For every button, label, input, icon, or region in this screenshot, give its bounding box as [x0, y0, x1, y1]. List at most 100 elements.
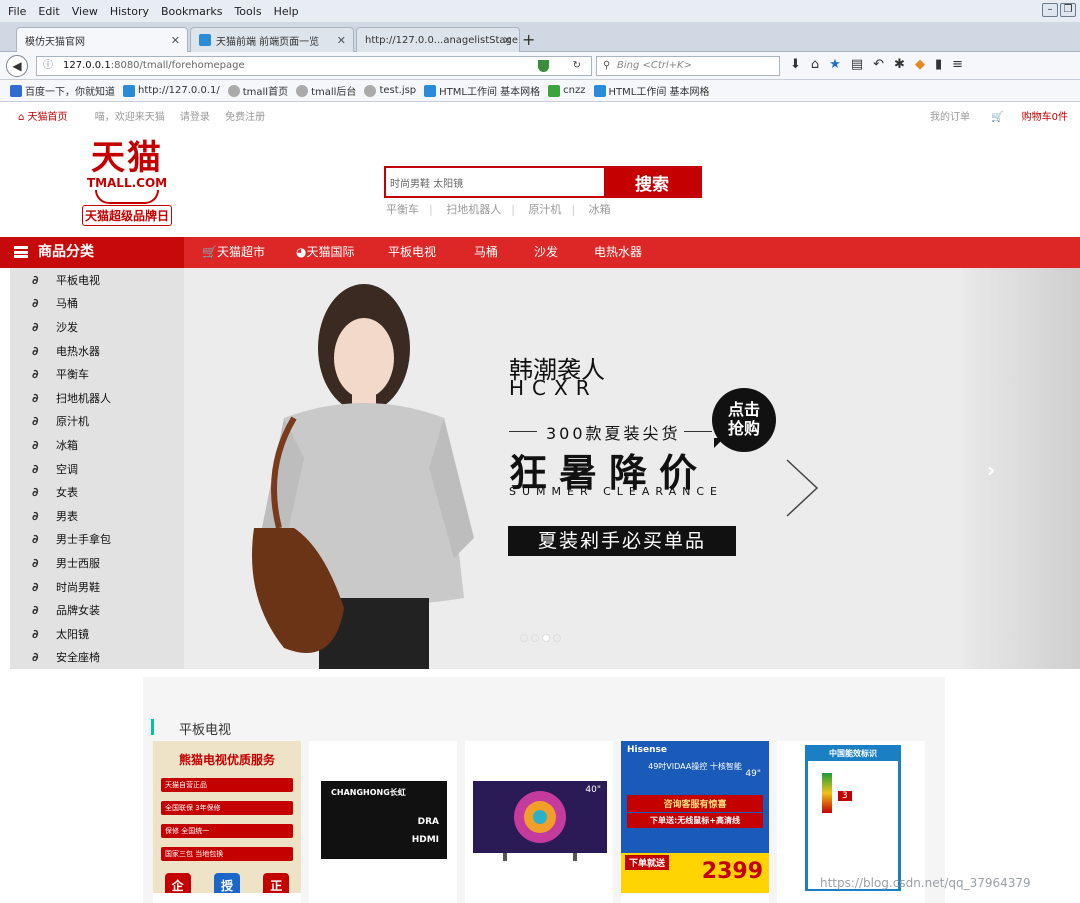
- reading-icon[interactable]: ▤: [851, 57, 863, 72]
- tv-size-label: 49": [745, 769, 761, 779]
- sidebar-category-item[interactable]: ∂ 空调: [10, 457, 184, 481]
- addon-icon[interactable]: ◆: [915, 57, 925, 72]
- hot-keyword[interactable]: 扫地机器人: [446, 203, 501, 216]
- download-icon[interactable]: ⬇: [790, 57, 801, 72]
- search-input[interactable]: [386, 168, 604, 196]
- register-link[interactable]: 免费注册: [225, 112, 265, 123]
- reload-icon[interactable]: ↻: [573, 57, 581, 75]
- menu-file[interactable]: File: [8, 5, 26, 18]
- search-button[interactable]: 搜索: [604, 168, 700, 196]
- logo-text: 天猫: [91, 138, 163, 178]
- restore-icon[interactable]: ❐: [1060, 3, 1076, 17]
- hot-keyword[interactable]: 平衡车: [386, 203, 419, 216]
- promo-banner[interactable]: 韩潮袭人 HCXR 300款夏装尖货 狂暑降价 SUMMER CLEARANCE…: [184, 268, 963, 669]
- nav-link-tmall-global[interactable]: ◕天猫国际: [296, 237, 355, 268]
- bookmark-item[interactable]: 百度一下，你就知道: [10, 83, 115, 98]
- tmall-logo[interactable]: 天猫 TMALL.COM 天猫超级品牌日: [82, 140, 172, 230]
- home-icon[interactable]: ⌂: [811, 57, 819, 72]
- minimize-icon[interactable]: –: [1042, 3, 1058, 17]
- sidebar-category-item[interactable]: ∂ 安全座椅: [10, 646, 184, 670]
- tab-manage-list[interactable]: http://127.0.0...anagelistStage ✕: [356, 27, 520, 52]
- product-card[interactable]: 熊猫电视优质服务 天猫自营正品 全国联保 3年保修 保修 全国统一 国家三包 当…: [153, 741, 301, 903]
- category-navbar: 商品分类 🛒天猫超市 ◕天猫国际 平板电视 马桶 沙发 电热水器: [0, 237, 1080, 268]
- clipboard-icon[interactable]: ▮: [935, 57, 942, 72]
- nav-link-tv[interactable]: 平板电视: [388, 237, 436, 268]
- new-tab-plus-icon[interactable]: +: [522, 30, 535, 49]
- banner-subtitle-en: HCXR: [509, 376, 598, 400]
- menu-tools[interactable]: Tools: [234, 5, 261, 18]
- sidebar-category-item[interactable]: ∂ 原汁机: [10, 410, 184, 434]
- chevron-right-icon[interactable]: ›: [987, 458, 995, 482]
- sidebar-category-item[interactable]: ∂ 品牌女装: [10, 598, 184, 622]
- home-link[interactable]: ⌂ 天猫首页: [18, 112, 80, 123]
- sidebar-category-item[interactable]: ∂ 男士西服: [10, 551, 184, 575]
- close-icon[interactable]: ✕: [503, 34, 512, 47]
- carousel-dot[interactable]: [520, 634, 528, 642]
- buy-now-bubble[interactable]: 点击 抢购: [712, 388, 776, 452]
- extension-icon[interactable]: ✱: [894, 57, 905, 72]
- category-sidebar: ∂ 平板电视 ∂ 马桶 ∂ 沙发 ∂ 电热水器 ∂ 平衡车 ∂ 扫地机器人 ∂ 原汁机 ∂ 冰箱…: [10, 268, 184, 669]
- menu-history[interactable]: History: [110, 5, 149, 18]
- star-icon[interactable]: ★: [829, 57, 841, 72]
- bookmark-item[interactable]: tmall后台: [296, 83, 356, 98]
- browser-search-input[interactable]: ⚲ Bing <Ctrl+K>: [596, 56, 780, 76]
- sidebar-category-item[interactable]: ∂ 扫地机器人: [10, 386, 184, 410]
- back-arrow-icon[interactable]: ◀: [6, 55, 28, 77]
- globe-icon: [227, 84, 240, 97]
- tab-tmall-home[interactable]: 模仿天猫官网 ✕: [16, 27, 188, 53]
- my-orders-link[interactable]: 我的订单: [930, 112, 970, 123]
- sidebar-category-item[interactable]: ∂ 平衡车: [10, 362, 184, 386]
- sidebar-category-item[interactable]: ∂ 男士手拿包: [10, 528, 184, 552]
- link-icon: ∂: [32, 367, 39, 382]
- bookmark-item[interactable]: HTML工作间 基本网格: [593, 83, 710, 98]
- sidebar-category-item[interactable]: ∂ 电热水器: [10, 339, 184, 363]
- menu-edit[interactable]: Edit: [38, 5, 59, 18]
- sidebar-category-item[interactable]: ∂ 冰箱: [10, 433, 184, 457]
- bookmark-item[interactable]: HTML工作间 基本网格: [424, 83, 540, 98]
- product-card[interactable]: CHANGHONG长虹 DRA HDMI: [309, 741, 457, 903]
- carousel-dot[interactable]: [553, 634, 561, 642]
- bookmark-item[interactable]: tmall首页: [227, 83, 288, 98]
- menu-view[interactable]: View: [72, 5, 98, 18]
- tab-frontend-list[interactable]: 天猫前端 前端页面一览 ✕: [190, 27, 354, 52]
- undo-icon[interactable]: ↶: [873, 57, 884, 72]
- close-icon[interactable]: ✕: [171, 34, 180, 47]
- product-card[interactable]: 40": [465, 741, 613, 903]
- nav-link-toilet[interactable]: 马桶: [474, 237, 498, 268]
- category-menu-button[interactable]: 商品分类: [0, 237, 184, 268]
- chevron-right-icon[interactable]: [782, 458, 822, 518]
- carousel-next-panel[interactable]: ›: [963, 268, 1080, 669]
- sidebar-category-item[interactable]: ∂ 马桶: [10, 292, 184, 316]
- hamburger-menu-icon[interactable]: ≡: [952, 57, 963, 72]
- shield-icon[interactable]: [538, 60, 549, 72]
- divider: |: [511, 203, 515, 216]
- bookmark-favicon-icon: [548, 84, 561, 97]
- hot-keyword[interactable]: 冰箱: [589, 203, 611, 216]
- sidebar-category-item[interactable]: ∂ 太阳镜: [10, 622, 184, 646]
- sidebar-category-item[interactable]: ∂ 平板电视: [10, 268, 184, 292]
- nav-link-water-heater[interactable]: 电热水器: [594, 237, 642, 268]
- bookmark-item[interactable]: http://127.0.0.1/: [123, 84, 220, 97]
- login-link[interactable]: 请登录: [180, 112, 210, 123]
- carousel-dot[interactable]: [531, 634, 539, 642]
- sidebar-category-item[interactable]: ∂ 女表: [10, 480, 184, 504]
- nav-link-sofa[interactable]: 沙发: [534, 237, 558, 268]
- url-bar[interactable]: ⓘ 127.0.0.1:8080/tmall/forehomepage ↻: [36, 56, 592, 76]
- cart-link[interactable]: 🛒 购物车0件: [991, 112, 1068, 123]
- service-row: 保修 全国统一: [161, 824, 293, 838]
- nav-link-tmall-supermarket[interactable]: 🛒天猫超市: [202, 237, 265, 268]
- product-card[interactable]: Hisense 49吋VIDAA操控 十核智能 49" 咨询客服有惊喜 下单送:…: [621, 741, 769, 903]
- menu-bookmarks[interactable]: Bookmarks: [161, 5, 222, 18]
- close-icon[interactable]: ✕: [337, 34, 346, 47]
- sidebar-category-item[interactable]: ∂ 时尚男鞋: [10, 575, 184, 599]
- banner-tagline: 300款夏装尖货: [546, 424, 681, 443]
- hot-keyword[interactable]: 原汁机: [528, 203, 561, 216]
- sidebar-category-item[interactable]: ∂ 沙发: [10, 315, 184, 339]
- bookmark-item[interactable]: test.jsp: [364, 84, 416, 97]
- info-icon[interactable]: ⓘ: [43, 57, 53, 75]
- sidebar-category-item[interactable]: ∂ 男表: [10, 504, 184, 528]
- bookmark-item[interactable]: cnzz: [548, 84, 586, 97]
- menu-help[interactable]: Help: [274, 5, 299, 18]
- carousel-dot-active[interactable]: [542, 634, 550, 642]
- divider: |: [429, 203, 433, 216]
